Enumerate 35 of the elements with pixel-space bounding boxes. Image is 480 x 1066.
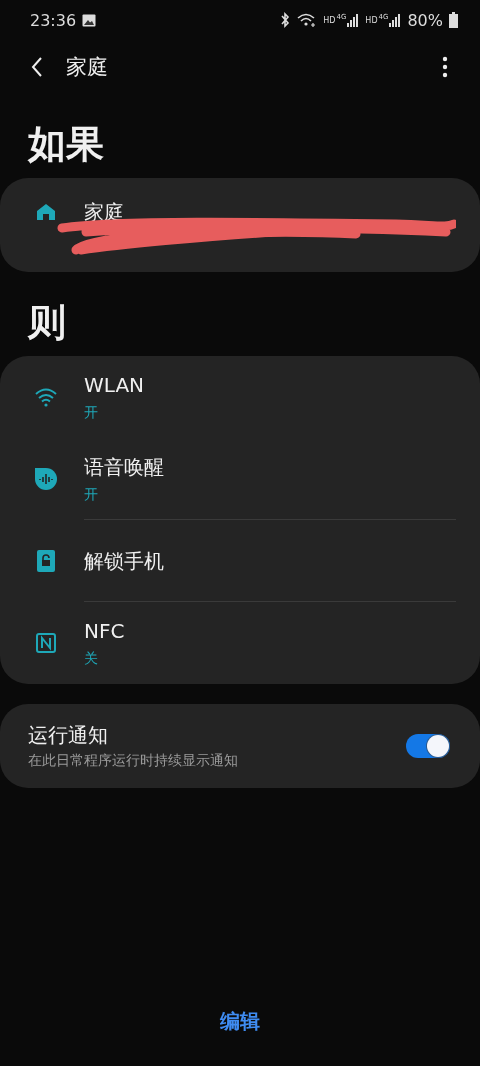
battery-percent: 80%	[407, 10, 443, 30]
action-item[interactable]: 解锁手机	[0, 519, 480, 602]
action-item[interactable]: 语音唤醒 开	[0, 437, 480, 520]
action-title: NFC	[84, 618, 126, 645]
wifi-icon	[34, 386, 58, 407]
action-title: WLAN	[84, 371, 146, 398]
signal-icon	[347, 13, 360, 27]
action-title: 语音唤醒	[84, 454, 165, 481]
section-heading: 则	[26, 298, 67, 346]
status-time: 23:36	[30, 10, 77, 30]
bluetooth-icon	[279, 12, 292, 28]
signal-icon	[389, 13, 402, 27]
wifi-icon	[297, 12, 318, 28]
more-options-icon[interactable]	[442, 56, 448, 78]
hd-label: HD	[365, 15, 378, 25]
action-title: 解锁手机	[84, 548, 165, 575]
hd-label: HD	[323, 15, 336, 25]
action-status: 开	[84, 403, 99, 422]
action-status: 关	[84, 650, 99, 669]
page-title: 家庭	[66, 54, 108, 81]
image-icon	[82, 13, 97, 27]
battery-icon	[449, 12, 458, 28]
phone-lock-icon	[34, 549, 58, 572]
toggle-switch[interactable]	[406, 733, 450, 758]
section-heading: 如果	[26, 121, 105, 168]
setting-description: 在此日常程序运行时持续显示通知	[28, 751, 239, 770]
action-item[interactable]: NFC 关	[0, 601, 480, 684]
nfc-icon	[34, 632, 58, 653]
edit-button[interactable]: 编辑	[200, 1004, 280, 1039]
action-status: 开	[84, 486, 99, 505]
setting-title: 运行通知	[28, 721, 109, 748]
back-icon[interactable]	[30, 56, 44, 78]
voice-wave-icon	[34, 467, 58, 490]
action-item[interactable]: WLAN 开	[0, 355, 480, 438]
home-icon	[34, 202, 58, 221]
